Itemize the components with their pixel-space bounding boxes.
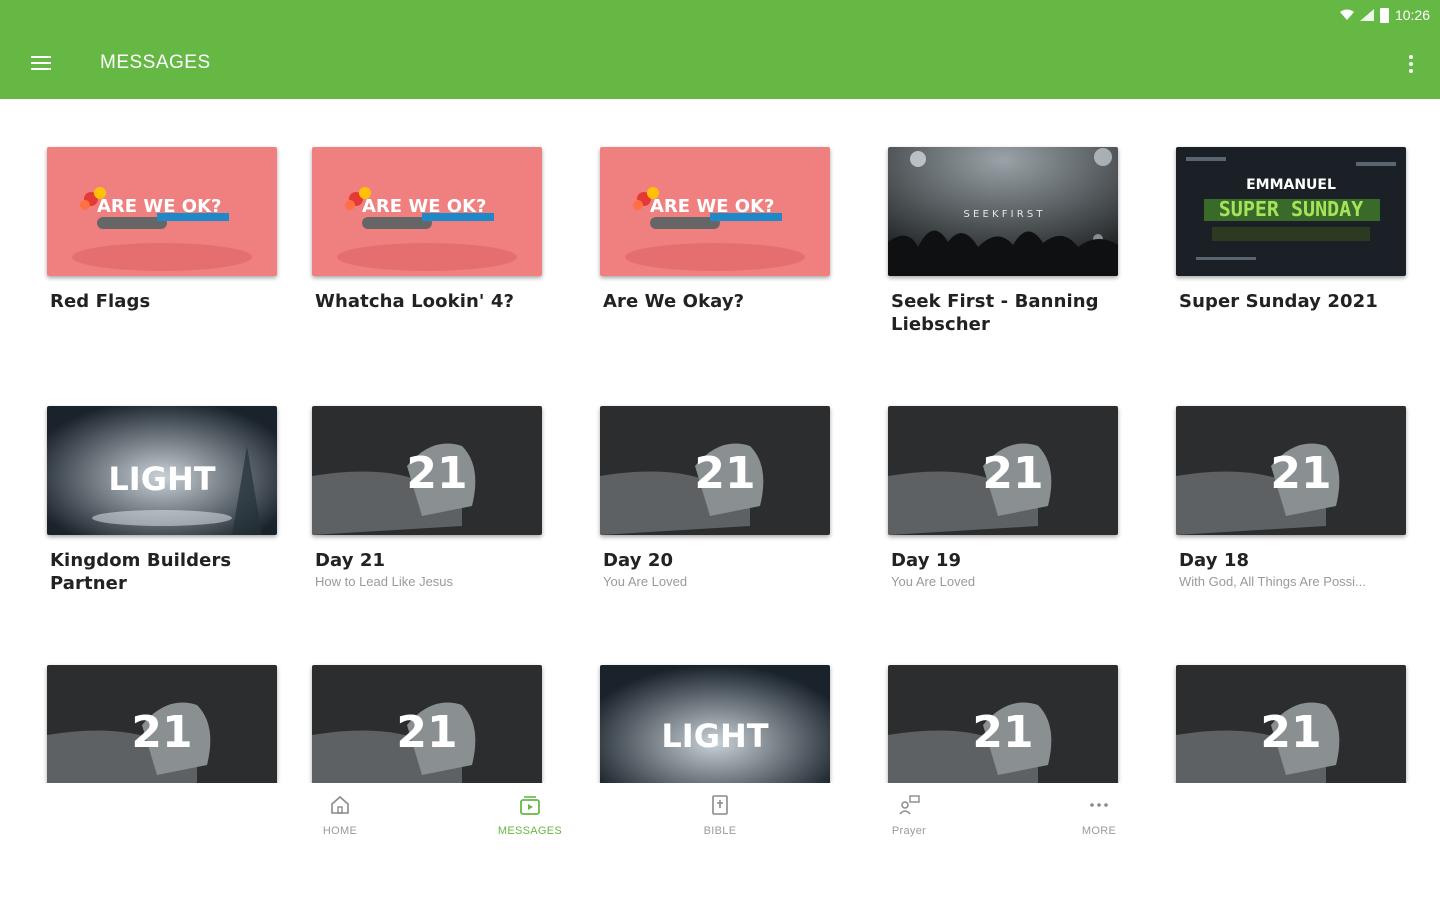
thumb-title-text: 21	[982, 448, 1043, 499]
thumb-title-text: 21	[396, 707, 457, 758]
nav-more[interactable]: MORE	[1044, 793, 1154, 837]
thumb-title-text: LIGHT	[108, 460, 215, 498]
message-card[interactable]: LIGHT Kingdom Builders Partner	[47, 406, 279, 597]
message-subtitle: With God, All Things Are Possi...	[1179, 574, 1366, 589]
thumb-title-text: SUPER SUNDAY	[1219, 197, 1364, 221]
thumb-title-text: 21	[694, 448, 755, 499]
message-card[interactable]: 21	[888, 665, 1120, 789]
message-thumbnail: 21	[888, 665, 1118, 789]
message-title: Day 20	[603, 550, 674, 571]
message-card[interactable]: EMMANUEL SUPER SUNDAY Super Sunday 2021	[1176, 147, 1408, 315]
bottom-navigation: HOME MESSAGES BIBLE Prayer MORE	[0, 783, 1440, 900]
message-thumbnail: 21	[312, 406, 542, 535]
battery-icon	[1379, 7, 1389, 23]
message-title: Super Sunday 2021	[1179, 291, 1378, 312]
message-card[interactable]: 21 Day 20 You Are Loved	[600, 406, 832, 589]
message-thumbnail: 21	[888, 406, 1118, 535]
message-card[interactable]: 21 Day 19 You Are Loved	[888, 406, 1120, 589]
message-thumbnail: ARE WE OK?	[47, 147, 277, 276]
message-card[interactable]: 21 Day 21 How to Lead Like Jesus	[312, 406, 544, 589]
message-thumbnail: 21	[1176, 406, 1406, 535]
message-thumbnail: ARE WE OK?	[312, 147, 542, 276]
page-title: MESSAGES	[100, 52, 211, 73]
message-thumbnail: 21	[312, 665, 542, 789]
status-bar: 10:26	[1339, 4, 1430, 26]
message-thumbnail: ARE WE OK?	[600, 147, 830, 276]
message-title: Kingdom Builders Partner	[50, 550, 232, 594]
message-thumbnail: 21	[600, 406, 830, 535]
message-card[interactable]: ARE WE OK? Whatcha Lookin' 4?	[312, 147, 544, 315]
thumb-title-text: ARE WE OK?	[362, 196, 486, 217]
bible-icon	[712, 795, 728, 815]
message-title: Seek First - Banning Liebscher	[891, 291, 1099, 335]
nav-label: MORE	[1081, 825, 1117, 837]
message-thumbnail: 21	[47, 665, 277, 789]
nav-label: MESSAGES	[497, 825, 563, 837]
home-icon	[331, 795, 349, 814]
status-time: 10:26	[1394, 7, 1430, 23]
message-card[interactable]: S E E K F I R S T Seek First - Banning L…	[888, 147, 1120, 338]
wifi-icon	[1339, 9, 1354, 20]
thumb-title-text: S E E K F I R S T	[963, 209, 1043, 220]
message-thumbnail: 21	[1176, 665, 1406, 789]
thumb-title-text: LIGHT	[661, 717, 768, 755]
message-subtitle: How to Lead Like Jesus	[315, 574, 454, 589]
message-title: Whatcha Lookin' 4?	[315, 291, 515, 312]
prayer-icon	[899, 795, 920, 815]
app-bar: 10:26 MESSAGES	[0, 0, 1440, 99]
thumb-title-text: EMMANUEL	[1246, 177, 1336, 193]
message-subtitle: You Are Loved	[891, 574, 976, 589]
message-grid: ARE WE OK? Red Flags ARE WE OK? Whatcha …	[0, 99, 1440, 789]
menu-icon[interactable]	[22, 46, 60, 80]
thumb-title-text: 21	[1260, 707, 1321, 758]
messages-icon	[520, 796, 540, 815]
message-title: Day 19	[891, 550, 962, 571]
message-title: Are We Okay?	[603, 291, 745, 312]
message-thumbnail: S E E K F I R S T	[888, 147, 1118, 276]
message-title: Day 18	[1179, 550, 1250, 571]
nav-prayer[interactable]: Prayer	[854, 793, 964, 837]
thumb-title-text: 21	[972, 707, 1033, 758]
message-card[interactable]: ARE WE OK? Red Flags	[47, 147, 279, 315]
message-card[interactable]: 21	[47, 665, 279, 789]
nav-label: Prayer	[891, 825, 927, 837]
message-card[interactable]: ARE WE OK? Are We Okay?	[600, 147, 832, 315]
message-thumbnail: EMMANUEL SUPER SUNDAY	[1176, 147, 1406, 276]
message-card[interactable]: 21	[312, 665, 544, 789]
message-subtitle: You Are Loved	[603, 574, 688, 589]
message-thumbnail: LIGHT	[47, 406, 277, 535]
nav-bible[interactable]: BIBLE	[665, 793, 775, 837]
more-icon	[1090, 803, 1108, 807]
message-title: Red Flags	[50, 291, 151, 312]
message-card[interactable]: 21	[1176, 665, 1408, 789]
message-card[interactable]: 21 Day 18 With God, All Things Are Possi…	[1176, 406, 1408, 589]
thumb-title-text: ARE WE OK?	[97, 196, 221, 217]
nav-home[interactable]: HOME	[285, 793, 395, 837]
message-card[interactable]: LIGHT	[600, 665, 832, 789]
nav-label: BIBLE	[703, 825, 737, 837]
thumb-title-text: 21	[131, 707, 192, 758]
thumb-title-text: ARE WE OK?	[650, 196, 774, 217]
thumb-title-text: 21	[1270, 448, 1331, 499]
message-thumbnail: LIGHT	[600, 665, 830, 789]
message-title: Day 21	[315, 550, 386, 571]
thumb-title-text: 21	[406, 448, 467, 499]
signal-icon	[1359, 9, 1374, 21]
nav-messages[interactable]: MESSAGES	[475, 793, 585, 837]
overflow-menu-icon[interactable]	[1404, 50, 1418, 78]
nav-label: HOME	[322, 825, 358, 837]
